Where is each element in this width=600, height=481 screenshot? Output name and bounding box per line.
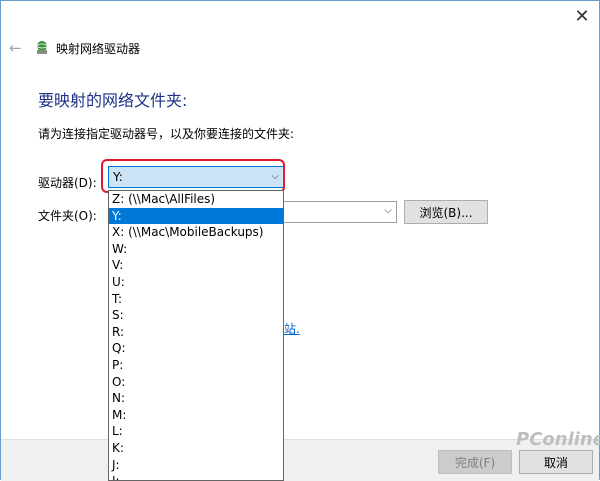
wizard-header: ← 映射网络驱动器 bbox=[1, 32, 599, 62]
drive-option[interactable]: M: bbox=[109, 407, 283, 424]
drive-option[interactable]: X: (\\Mac\MobileBackups) bbox=[109, 224, 283, 241]
drive-option[interactable]: N: bbox=[109, 390, 283, 407]
drive-option[interactable]: Q: bbox=[109, 340, 283, 357]
drive-label: 驱动器(D): bbox=[38, 176, 97, 190]
chevron-down-icon: ⌵ bbox=[271, 171, 279, 182]
network-drive-icon bbox=[36, 41, 48, 54]
drive-option[interactable]: S: bbox=[109, 307, 283, 324]
folder-label: 文件夹(O): bbox=[38, 209, 97, 223]
browse-button[interactable]: 浏览(B)... bbox=[404, 200, 488, 224]
instruction-text: 请为连接指定驱动器号，以及你要连接的文件夹: bbox=[38, 127, 295, 141]
connect-website-link[interactable]: 站. bbox=[284, 320, 300, 337]
drive-option[interactable]: J: bbox=[109, 457, 283, 474]
drive-option[interactable]: Y: bbox=[109, 207, 283, 225]
drive-option[interactable]: K: bbox=[109, 440, 283, 457]
close-button[interactable]: ✕ bbox=[571, 5, 593, 27]
chevron-down-icon[interactable]: ⌵ bbox=[384, 205, 392, 216]
wizard-title: 映射网络驱动器 bbox=[56, 42, 141, 56]
close-icon: ✕ bbox=[574, 5, 590, 27]
drive-option[interactable]: R: bbox=[109, 324, 283, 341]
pconline-watermark: PConline bbox=[506, 419, 600, 469]
drive-option[interactable]: W: bbox=[109, 241, 283, 258]
folder-combobox[interactable]: ⌵ bbox=[283, 201, 397, 223]
drive-option[interactable]: P: bbox=[109, 357, 283, 374]
title-bar: ✕ bbox=[1, 1, 599, 31]
map-network-drive-window: ✕ ← 映射网络驱动器 要映射的网络文件夹: 请为连接指定驱动器号，以及你要连接… bbox=[0, 0, 600, 481]
finish-button[interactable]: 完成(F) bbox=[438, 450, 512, 474]
drive-option[interactable]: L: bbox=[109, 423, 283, 440]
drive-dropdown-list[interactable]: Z: (\\Mac\AllFiles) Y: X: (\\Mac\MobileB… bbox=[108, 190, 284, 481]
drive-option[interactable]: O: bbox=[109, 374, 283, 391]
drive-option[interactable]: T: bbox=[109, 291, 283, 308]
drive-selected-value: Y: bbox=[113, 170, 123, 184]
page-heading: 要映射的网络文件夹: bbox=[38, 91, 188, 110]
watermark-text: PConline bbox=[516, 429, 600, 450]
back-arrow-icon[interactable]: ← bbox=[9, 39, 22, 57]
drive-option[interactable]: U: bbox=[109, 274, 283, 291]
drive-letter-select[interactable]: Y: ⌵ bbox=[108, 166, 284, 188]
drive-option[interactable]: Z: (\\Mac\AllFiles) bbox=[109, 191, 283, 208]
drive-option[interactable]: V: bbox=[109, 257, 283, 274]
